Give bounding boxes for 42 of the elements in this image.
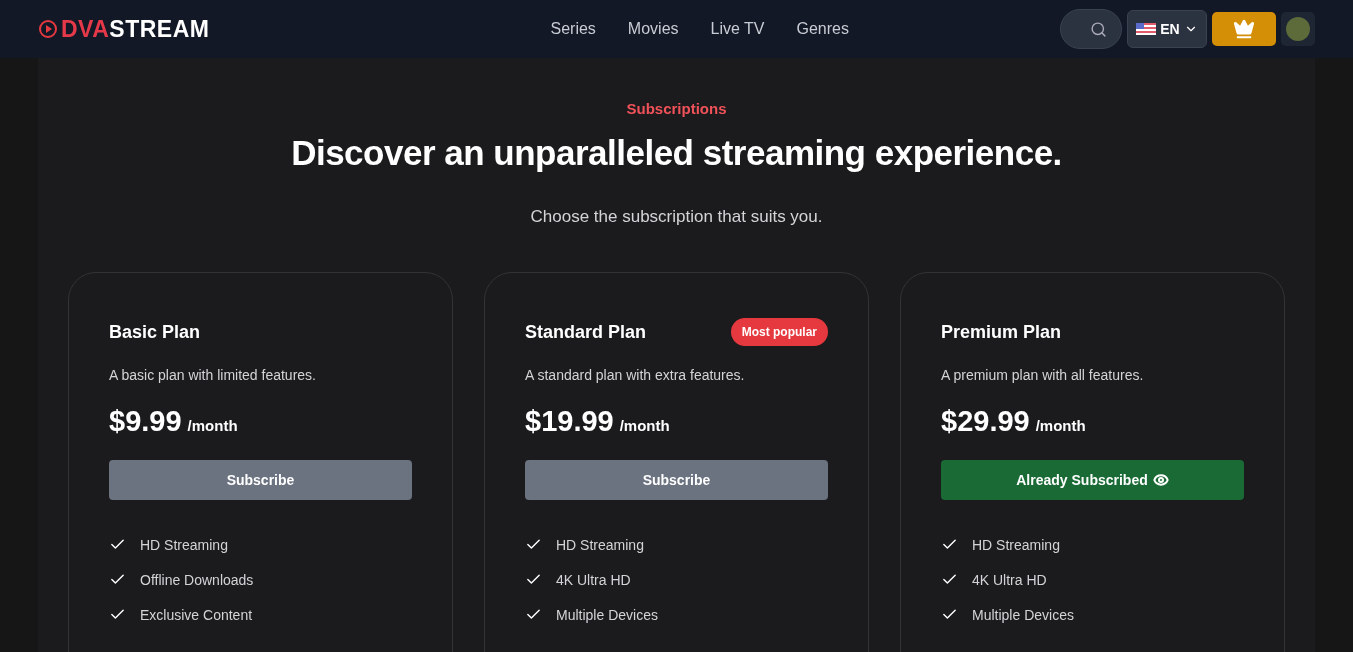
subscribed-button[interactable]: Already Subscribed xyxy=(941,460,1244,500)
feature-text: Multiple Devices xyxy=(972,606,1074,623)
plan-price: $19.99 xyxy=(525,405,614,438)
play-icon xyxy=(38,19,58,39)
profile-button[interactable] xyxy=(1281,12,1315,46)
nav-link[interactable]: Live TV xyxy=(710,20,765,38)
subscribe-button[interactable]: Subscribe xyxy=(109,460,412,500)
popular-badge: Most popular xyxy=(730,318,828,346)
plan-description: A basic plan with limited features. xyxy=(109,367,317,383)
page-subtitle: Choose the subscription that suits you. xyxy=(530,207,823,227)
section-eyebrow: Subscriptions xyxy=(626,100,727,117)
feature-text: HD Streaming xyxy=(140,536,228,553)
price-period: /month xyxy=(187,417,238,434)
plan-description: A premium plan with all features. xyxy=(941,367,1145,383)
price-period: /month xyxy=(619,417,670,434)
language-button[interactable]: EN xyxy=(1127,10,1207,48)
plan-description: A standard plan with extra features. xyxy=(525,367,746,383)
subscribe-button[interactable]: Subscribe xyxy=(525,460,828,500)
price-period: /month xyxy=(1035,417,1086,434)
nav-link[interactable]: Movies xyxy=(627,20,679,38)
feature-text: HD Streaming xyxy=(972,536,1060,553)
premium-button[interactable] xyxy=(1212,12,1276,46)
plan-name: Premium Plan xyxy=(941,321,1062,343)
flag-icon xyxy=(1136,23,1157,35)
feature-text: HD Streaming xyxy=(556,536,644,553)
feature-text: 4K Ultra HD xyxy=(972,571,1047,588)
avatar xyxy=(1286,17,1310,41)
plan-price: $29.99 xyxy=(941,405,1030,438)
plan-name: Basic Plan xyxy=(109,321,201,343)
feature-text: Multiple Devices xyxy=(556,606,658,623)
search-icon xyxy=(1090,20,1107,38)
search-button[interactable] xyxy=(1060,9,1122,49)
feature-text: 4K Ultra HD xyxy=(556,571,631,588)
feature-text: Offline Downloads xyxy=(140,571,254,588)
plan-name: Standard Plan xyxy=(525,321,647,343)
plan-price: $9.99 xyxy=(109,405,182,438)
page-title: Discover an unparalleled streaming experience. xyxy=(291,133,1062,173)
feature-text: Exclusive Content xyxy=(140,606,253,623)
crown-icon xyxy=(1233,18,1255,40)
eye-icon xyxy=(1152,472,1169,488)
nav-link[interactable]: Series xyxy=(550,20,596,38)
nav-link[interactable]: Genres xyxy=(796,20,849,38)
